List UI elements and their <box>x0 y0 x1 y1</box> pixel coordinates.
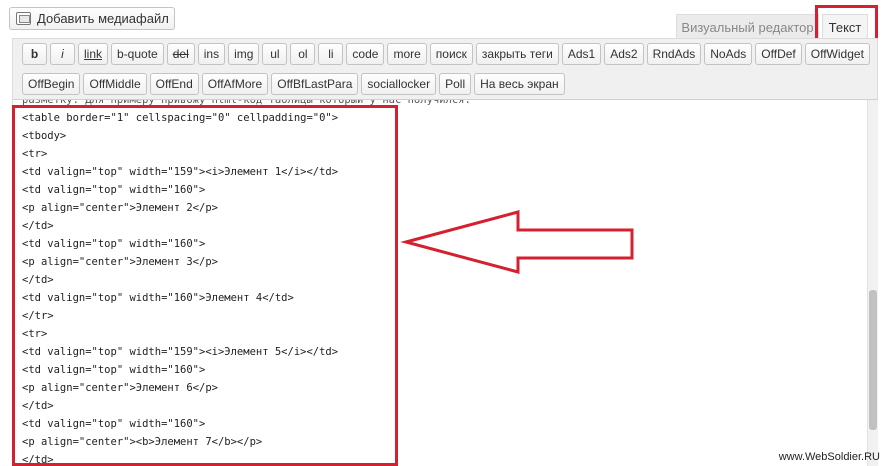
qt-ads2-button[interactable]: Ads2 <box>604 43 644 65</box>
qt-link-button[interactable]: link <box>78 43 109 65</box>
text-tab-highlight-box <box>815 5 878 41</box>
qt-img-button[interactable]: img <box>228 43 260 65</box>
qt-poll-button[interactable]: Poll <box>439 73 472 95</box>
qt-ol-button[interactable]: ol <box>290 43 316 65</box>
watermark: www.WebSoldier.RU <box>778 451 880 463</box>
qt-ul-button[interactable]: ul <box>262 43 288 65</box>
toolbar-row-1: b i link b-quote del ins img ul ol li code more поис… <box>22 43 870 65</box>
qt-b-button[interactable]: b <box>22 43 47 65</box>
qt-li-button[interactable]: li <box>318 43 344 65</box>
qt-more-button[interactable]: more <box>387 43 427 65</box>
qt-offbflastpara-button[interactable]: OffBfLastPara <box>271 73 359 95</box>
tab-visual-editor[interactable]: Визуальный редактор <box>676 14 819 39</box>
qt-offend-button[interactable]: OffEnd <box>149 73 199 95</box>
media-icon <box>16 12 31 25</box>
qt-fullscreen-button[interactable]: На весь экран <box>474 73 565 95</box>
left-arrow-icon <box>400 210 634 274</box>
editor-scrollbar[interactable] <box>867 100 878 466</box>
qt-offwidget-button[interactable]: OffWidget <box>804 43 870 65</box>
qt-search-button[interactable]: поиск <box>429 43 473 65</box>
qt-close-tags-button[interactable]: закрыть теги <box>475 43 559 65</box>
qt-offbegin-button[interactable]: OffBegin <box>22 73 81 95</box>
qt-code-button[interactable]: code <box>346 43 385 65</box>
qt-b-quote-button[interactable]: b-quote <box>111 43 164 65</box>
add-media-button[interactable]: Добавить медиафайл <box>9 7 175 30</box>
qt-offafmore-button[interactable]: OffAfMore <box>201 73 269 95</box>
qt-ins-button[interactable]: ins <box>197 43 226 65</box>
qt-rndads-button[interactable]: RndAds <box>646 43 702 65</box>
qt-offdef-button[interactable]: OffDef <box>755 43 802 65</box>
quicktags-toolbar: b i link b-quote del ins img ul ol li code more поис… <box>12 38 878 100</box>
toolbar-row-2: OffBegin OffMiddle OffEnd OffAfMore OffBfLas… <box>22 73 565 95</box>
qt-i-button[interactable]: i <box>50 43 75 65</box>
scrollbar-thumb[interactable] <box>869 290 877 430</box>
qt-noads-button[interactable]: NoAds <box>704 43 753 65</box>
qt-ads1-button[interactable]: Ads1 <box>561 43 602 65</box>
code-highlight-box <box>12 105 398 466</box>
qt-del-button[interactable]: del <box>166 43 195 65</box>
qt-sociallocker-button[interactable]: sociallocker <box>361 73 437 95</box>
add-media-label: Добавить медиафайл <box>37 11 169 26</box>
qt-offmiddle-button[interactable]: OffMiddle <box>83 73 147 95</box>
